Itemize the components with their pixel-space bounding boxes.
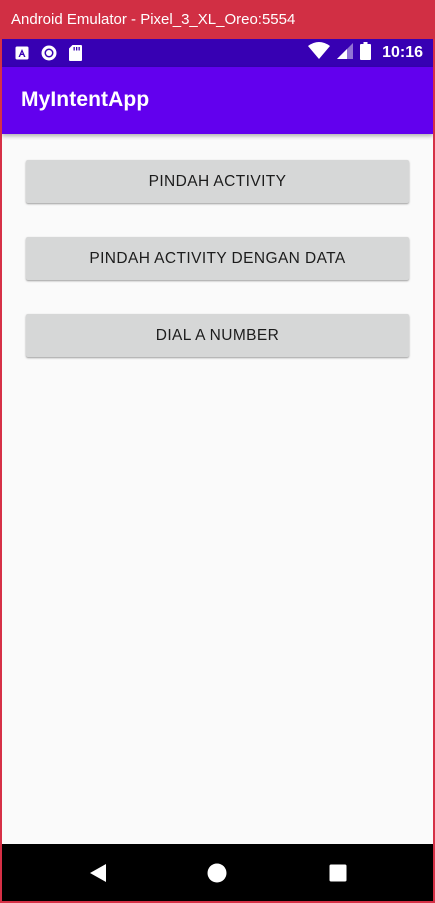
- status-bar-system: 10:16: [308, 41, 423, 65]
- sd-card-icon: [69, 45, 82, 66]
- dial-number-button[interactable]: DIAL A NUMBER: [26, 314, 409, 357]
- record-icon: [41, 45, 57, 66]
- recents-icon[interactable]: [327, 862, 349, 884]
- app-title: MyIntentApp: [21, 88, 150, 111]
- status-bar-notifications: [15, 45, 82, 66]
- emulator-window-title: Android Emulator - Pixel_3_XL_Oreo:5554: [0, 0, 435, 39]
- back-icon[interactable]: [87, 862, 109, 884]
- app-notification-icon: [15, 46, 29, 65]
- signal-icon: [337, 42, 354, 64]
- status-time: 10:16: [382, 44, 423, 61]
- app-bar: MyIntentApp: [2, 67, 433, 134]
- wifi-icon: [308, 42, 331, 64]
- home-icon[interactable]: [206, 862, 228, 884]
- status-bar: 10:16: [2, 39, 433, 67]
- device-screen: 10:16 MyIntentApp PINDAH ACTIVITY PINDAH…: [2, 39, 433, 901]
- move-activity-with-data-button[interactable]: PINDAH ACTIVITY DENGAN DATA: [26, 237, 409, 280]
- main-content: PINDAH ACTIVITY PINDAH ACTIVITY DENGAN D…: [2, 134, 433, 844]
- navigation-bar: [2, 844, 433, 901]
- battery-icon: [360, 41, 372, 65]
- move-activity-button[interactable]: PINDAH ACTIVITY: [26, 160, 409, 203]
